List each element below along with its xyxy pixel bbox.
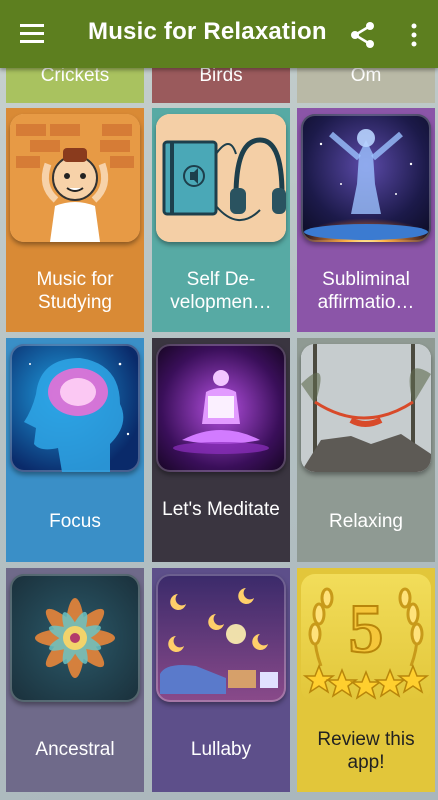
tile-label: Relaxing (329, 511, 403, 532)
student-thinking-icon (10, 114, 140, 242)
tile-label: Birds (199, 68, 243, 86)
tile-self-development[interactable]: Self De-velopmen… (152, 108, 290, 332)
category-grid: Crickets Birds Om Music for Studying Sel… (0, 0, 438, 800)
tile-relaxing[interactable]: Relaxing (297, 338, 435, 562)
glowing-brain-icon (10, 344, 140, 472)
hammock-cliff-icon (301, 344, 431, 472)
book-headphones-icon (156, 114, 286, 242)
tile-label: Subliminal affirmatio… (317, 269, 415, 313)
tile-label: Focus (49, 511, 101, 532)
tile-label: Lullaby (190, 739, 252, 760)
share-icon[interactable] (348, 20, 378, 50)
tile-label: Review this app! (317, 729, 415, 773)
tile-lets-meditate[interactable]: Let's Meditate (152, 338, 290, 562)
moon-stars-bed-icon (156, 574, 286, 702)
tile-review-app[interactable]: 5 Review this app! (297, 568, 435, 792)
tile-music-for-studying[interactable]: Music for Studying (6, 108, 144, 332)
svg-text:5: 5 (349, 591, 384, 668)
tile-label: Om (350, 68, 382, 86)
tile-label: Ancestral (35, 739, 115, 760)
hamburger-menu-icon[interactable] (18, 20, 48, 48)
meditating-figure-icon (156, 344, 286, 472)
tile-label: Let's Meditate (162, 499, 280, 520)
tile-crickets[interactable]: Crickets (6, 68, 144, 103)
tile-focus[interactable]: Focus (6, 338, 144, 562)
tile-ancestral[interactable]: Ancestral (6, 568, 144, 792)
tile-label: Music for Studying (36, 269, 114, 313)
mandala-icon (10, 574, 140, 702)
five-stars-laurel-icon: 5 (301, 574, 431, 702)
tile-lullaby[interactable]: Lullaby (152, 568, 290, 792)
app-bar: Music for Relaxation (0, 0, 438, 68)
more-vert-icon[interactable] (402, 20, 426, 50)
tile-subliminal-affirmations[interactable]: Subliminal affirmatio… (297, 108, 435, 332)
cosmic-figure-icon (301, 114, 431, 242)
tile-om[interactable]: Om (297, 68, 435, 103)
tile-birds[interactable]: Birds (152, 68, 290, 103)
page-title: Music for Relaxation (88, 18, 327, 45)
tile-label: Self De-velopmen… (170, 269, 272, 313)
tile-label: Crickets (40, 68, 110, 86)
